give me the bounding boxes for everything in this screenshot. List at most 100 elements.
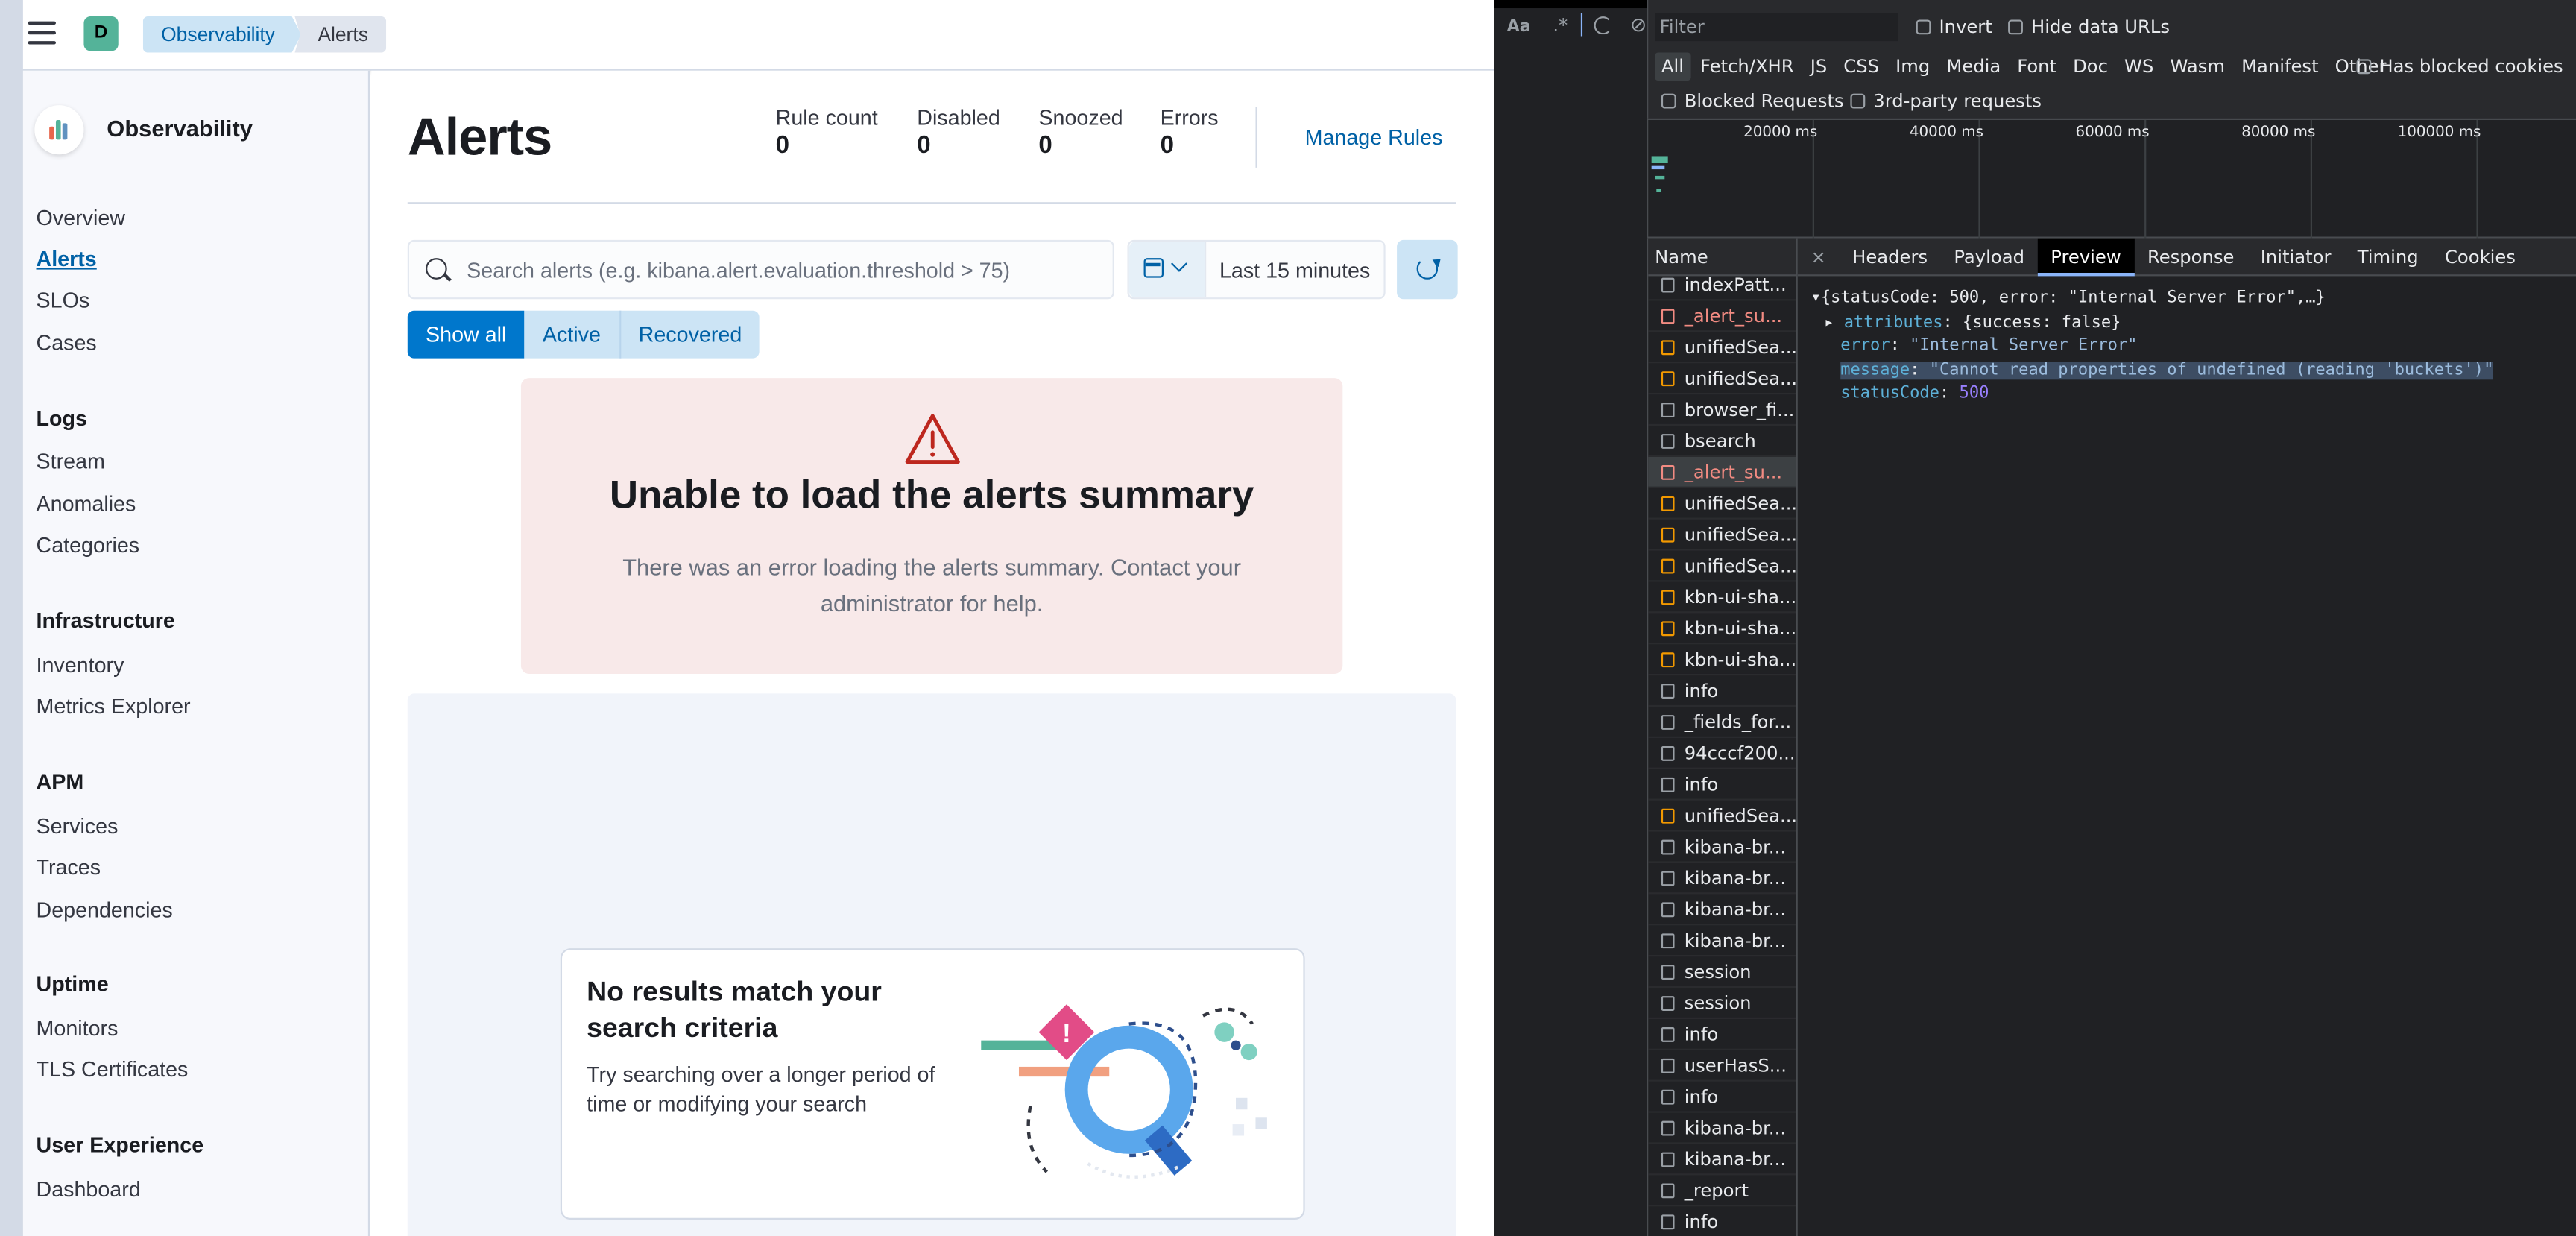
- filter-active-button[interactable]: Active: [524, 310, 621, 359]
- tab-timing[interactable]: Timing: [2344, 239, 2431, 277]
- request-row[interactable]: session: [1648, 988, 1796, 1019]
- request-row[interactable]: kibana-br...: [1648, 894, 1796, 926]
- tab-headers[interactable]: Headers: [1839, 239, 1940, 277]
- request-row[interactable]: _report: [1648, 1175, 1796, 1207]
- network-timeline[interactable]: 20000 ms 40000 ms 60000 ms 80000 ms 1000…: [1647, 118, 2576, 240]
- document-file-icon: [1661, 839, 1675, 855]
- hamburger-menu-icon[interactable]: [28, 21, 56, 45]
- request-row[interactable]: browser_fi...: [1648, 394, 1796, 426]
- sidebar-item-dependencies[interactable]: Dependencies: [37, 898, 173, 922]
- request-row[interactable]: unifiedSea...: [1648, 332, 1796, 364]
- request-row[interactable]: info: [1648, 1206, 1796, 1236]
- request-row[interactable]: 94cccf200...: [1648, 738, 1796, 769]
- sidebar-item-cases[interactable]: Cases: [37, 330, 97, 355]
- request-row[interactable]: info: [1648, 1082, 1796, 1113]
- request-row[interactable]: info: [1648, 1019, 1796, 1050]
- sidebar-item-anomalies[interactable]: Anomalies: [37, 491, 136, 516]
- type-filter-font[interactable]: Font: [2010, 53, 2062, 81]
- refresh-icon[interactable]: [1594, 16, 1612, 35]
- match-case-toggle[interactable]: Aa: [1507, 18, 1531, 36]
- hide-data-urls-checkbox[interactable]: Hide data URLs: [2008, 16, 2170, 38]
- sidebar-item-overview[interactable]: Overview: [37, 206, 125, 230]
- third-party-requests-checkbox[interactable]: 3rd-party requests: [1850, 90, 2042, 112]
- filter-show-all-button[interactable]: Show all: [407, 310, 525, 359]
- request-row[interactable]: kibana-br...: [1648, 1144, 1796, 1176]
- sidebar-item-alerts[interactable]: Alerts: [37, 247, 97, 271]
- blocked-requests-checkbox[interactable]: Blocked Requests: [1661, 90, 1844, 112]
- request-row[interactable]: kibana-br...: [1648, 832, 1796, 863]
- search-input[interactable]: [467, 242, 1100, 298]
- sidebar-item-monitors[interactable]: Monitors: [37, 1016, 119, 1041]
- sidebar-item-dashboard[interactable]: Dashboard: [37, 1177, 141, 1202]
- has-blocked-cookies-checkbox[interactable]: Has blocked cookies: [2356, 56, 2563, 78]
- breadcrumb-observability[interactable]: Observability: [142, 16, 302, 53]
- close-detail-icon[interactable]: ×: [1798, 239, 1840, 275]
- json-root[interactable]: ▾{statusCode: 500, error: "Internal Serv…: [1811, 288, 2494, 312]
- sidebar-item-categories[interactable]: Categories: [37, 532, 140, 557]
- stat-disabled[interactable]: Disabled 0: [917, 105, 1000, 160]
- tab-preview[interactable]: Preview: [2037, 238, 2135, 277]
- request-row[interactable]: kbn-ui-sha...: [1648, 613, 1796, 645]
- date-range-label[interactable]: Last 15 minutes: [1219, 258, 1370, 283]
- type-filter-img[interactable]: Img: [1889, 53, 1936, 81]
- tab-initiator[interactable]: Initiator: [2247, 239, 2344, 277]
- request-row[interactable]: kibana-br...: [1648, 863, 1796, 895]
- request-row[interactable]: _fields_for...: [1648, 707, 1796, 738]
- filter-recovered-button[interactable]: Recovered: [620, 310, 760, 359]
- type-filter-media[interactable]: Media: [1940, 53, 2008, 81]
- sidebar-item-services[interactable]: Services: [37, 813, 119, 838]
- type-filter-css[interactable]: CSS: [1837, 53, 1885, 81]
- type-filter-js[interactable]: JS: [1804, 53, 1834, 81]
- sidebar-heading-apm: APM: [36, 769, 84, 794]
- type-filter-all[interactable]: All: [1655, 52, 1690, 81]
- request-row[interactable]: kibana-br...: [1648, 1113, 1796, 1144]
- request-row[interactable]: _alert_su...: [1648, 456, 1796, 488]
- request-row[interactable]: unifiedSea...: [1648, 488, 1796, 520]
- request-row[interactable]: bsearch: [1648, 426, 1796, 457]
- invert-checkbox[interactable]: Invert: [1916, 16, 1992, 38]
- request-row[interactable]: unifiedSea...: [1648, 520, 1796, 551]
- type-filter-ws[interactable]: WS: [2118, 53, 2160, 81]
- tab-payload[interactable]: Payload: [1941, 239, 2038, 277]
- timeline-tick: 20000 ms: [1743, 124, 1818, 142]
- request-row[interactable]: unifiedSea...: [1648, 801, 1796, 832]
- detail-tabs: × Headers Payload Preview Response Initi…: [1797, 238, 2576, 277]
- pane-divider[interactable]: [0, 0, 23, 1236]
- stat-errors[interactable]: Errors 0: [1161, 105, 1219, 160]
- calendar-icon: [1143, 258, 1164, 278]
- tab-response[interactable]: Response: [2134, 239, 2247, 277]
- refresh-button[interactable]: [1397, 239, 1458, 300]
- clear-icon[interactable]: ⊘: [1630, 13, 1647, 37]
- observability-logo-icon: [34, 105, 84, 155]
- json-attributes-row[interactable]: ▸ attributes: {success: false}: [1811, 312, 2494, 335]
- request-row[interactable]: kbn-ui-sha...: [1648, 581, 1796, 614]
- regex-toggle[interactable]: .*: [1553, 15, 1568, 37]
- request-row[interactable]: unifiedSea...: [1648, 363, 1796, 395]
- request-row[interactable]: info: [1648, 675, 1796, 707]
- document-file-icon: [1661, 871, 1675, 886]
- network-filter-input[interactable]: Filter: [1655, 13, 1898, 42]
- type-filter-wasm[interactable]: Wasm: [2164, 53, 2232, 81]
- sidebar-item-tls-certificates[interactable]: TLS Certificates: [37, 1057, 189, 1082]
- space-avatar[interactable]: D: [83, 16, 119, 51]
- request-row[interactable]: unifiedSea...: [1648, 551, 1796, 582]
- request-row[interactable]: kbn-ui-sha...: [1648, 644, 1796, 676]
- request-row[interactable]: _alert_su...: [1648, 300, 1796, 332]
- type-filter-fetch-xhr[interactable]: Fetch/XHR: [1693, 53, 1800, 81]
- sidebar-item-metrics-explorer[interactable]: Metrics Explorer: [37, 693, 191, 718]
- request-row[interactable]: session: [1648, 956, 1796, 989]
- type-filter-doc[interactable]: Doc: [2066, 53, 2114, 81]
- manage-rules-link[interactable]: Manage Rules: [1305, 125, 1443, 150]
- tab-cookies[interactable]: Cookies: [2431, 239, 2528, 277]
- request-row[interactable]: userHasS...: [1648, 1050, 1796, 1082]
- sidebar-item-inventory[interactable]: Inventory: [37, 652, 124, 677]
- sidebar-item-traces[interactable]: Traces: [37, 854, 101, 879]
- request-row[interactable]: kibana-br...: [1648, 925, 1796, 957]
- type-filter-manifest[interactable]: Manifest: [2235, 53, 2325, 81]
- stat-snoozed[interactable]: Snoozed 0: [1038, 105, 1123, 160]
- sidebar-item-stream[interactable]: Stream: [37, 449, 105, 473]
- request-row[interactable]: indexPatt...: [1648, 270, 1796, 301]
- sidebar-item-slos[interactable]: SLOs: [37, 288, 90, 312]
- request-row[interactable]: info: [1648, 769, 1796, 801]
- quick-select-button[interactable]: [1128, 242, 1207, 298]
